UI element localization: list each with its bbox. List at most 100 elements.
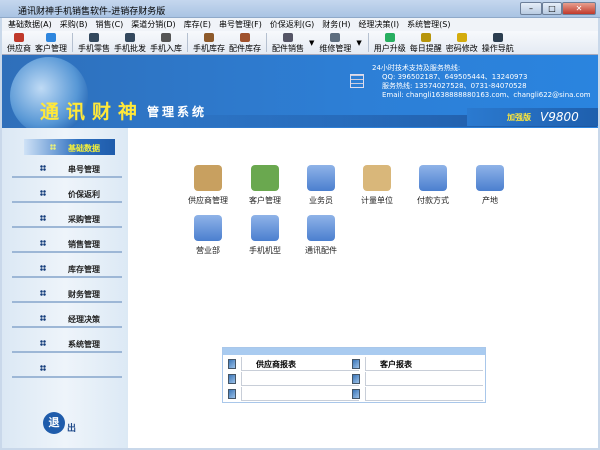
menu-item[interactable]: 经理决策(I): [359, 18, 400, 31]
toolbar-button[interactable]: 用户升级: [372, 31, 408, 54]
module-7[interactable]: 手机机型: [237, 215, 293, 256]
toolbar-button[interactable]: 配件销售: [270, 31, 306, 54]
report-doc-icon: [352, 359, 360, 369]
toolbar-button[interactable]: 手机零售: [76, 31, 112, 54]
brand-subtitle: 管理系统: [147, 105, 208, 119]
module-6[interactable]: 营业部: [180, 215, 236, 256]
sidebar-item[interactable]: 系统管理: [12, 335, 122, 353]
report-link[interactable]: 客户报表: [365, 357, 483, 371]
report-link[interactable]: [241, 387, 359, 401]
menu-item[interactable]: 基础数据(A): [8, 18, 52, 31]
clipboard-icon: [363, 165, 391, 191]
report-panel: 供应商报表 客户报表: [222, 347, 486, 403]
title-bar: 通讯财神手机销售软件-进销存财务版 – □ ✕: [0, 0, 600, 18]
menu-item[interactable]: 系统管理(S): [407, 18, 450, 31]
module-0[interactable]: 供应商管理: [180, 165, 236, 206]
dropdown-arrow-icon[interactable]: ▼: [309, 39, 314, 47]
report-label: 供应商报表: [256, 360, 296, 369]
report-link[interactable]: [365, 387, 483, 401]
sidebar-item[interactable]: 价保返利: [12, 185, 122, 203]
module-1[interactable]: 客户管理: [237, 165, 293, 206]
menu-item[interactable]: 财务(H): [322, 18, 350, 31]
exit-button[interactable]: 退: [43, 412, 65, 434]
menu-item[interactable]: 采购(B): [60, 18, 88, 31]
sidebar-item[interactable]: 财务管理: [12, 285, 122, 303]
email: Email: changli1638888880163.com、changli6…: [382, 91, 591, 99]
sidebar-item-label: 经理决策: [68, 315, 100, 324]
phone-stockin-icon: [161, 33, 171, 42]
sidebar-item-label: 财务管理: [68, 290, 100, 299]
salesman-folder-icon: [307, 165, 335, 191]
toolbar-label: 手机入库: [150, 44, 182, 53]
sidebar-item[interactable]: 经理决策: [12, 310, 122, 328]
toolbar-button[interactable]: 配件库存: [227, 31, 263, 54]
module-label: 客户管理: [249, 196, 281, 205]
module-label: 营业部: [196, 246, 220, 255]
toolbar-button[interactable]: 每日提醒: [408, 31, 444, 54]
module-label: 付款方式: [417, 196, 449, 205]
sidebar-item[interactable]: [12, 360, 122, 378]
sidebar-item[interactable]: 库存管理: [12, 260, 122, 278]
report-link[interactable]: 供应商报表: [241, 357, 359, 371]
toolbar-separator: [72, 33, 73, 52]
supplier-icon: [14, 33, 24, 42]
toolbar-button[interactable]: 手机入库: [148, 31, 184, 54]
sidebar-item[interactable]: 销售管理: [12, 235, 122, 253]
module-3[interactable]: 计量单位: [349, 165, 405, 206]
customer-icon: [46, 33, 56, 42]
module-label: 手机机型: [249, 246, 281, 255]
phone-wholesale-icon: [125, 33, 135, 42]
toolbar-button[interactable]: 手机库存: [191, 31, 227, 54]
menu-bar: 基础数据(A) 采购(B) 销售(C) 渠道分销(D) 库存(E) 串号管理(F) 价保返利…: [2, 18, 598, 31]
version-label: V9800: [540, 110, 579, 124]
toolbar-button[interactable]: 供应商: [5, 31, 33, 54]
repair-icon: [330, 33, 341, 42]
sidebar: 基础数据串号管理价保返利采购管理销售管理库存管理财务管理经理决策系统管理: [2, 128, 128, 448]
toolbar-button[interactable]: 密码修改: [444, 31, 480, 54]
toolbar-label: 配件库存: [229, 44, 261, 53]
toolbar-label: 每日提醒: [409, 44, 442, 53]
close-button[interactable]: ✕: [562, 2, 596, 15]
sidebar-item-label: 价保返利: [68, 190, 100, 199]
module-8[interactable]: 通讯配件: [293, 215, 349, 256]
toolbar-button[interactable]: 维修管理: [317, 31, 353, 54]
banner: 通讯财神 管理系统 24小时技术支持及服务热线: QQ: 396502187、6…: [2, 55, 598, 128]
menu-item[interactable]: 销售(C): [95, 18, 123, 31]
maximize-button[interactable]: □: [542, 2, 562, 15]
toolbar-separator: [187, 33, 188, 52]
navigation-icon: [492, 33, 503, 42]
report-link[interactable]: [365, 372, 483, 386]
phone-retail-icon: [89, 33, 99, 42]
report-link[interactable]: [241, 372, 359, 386]
toolbar-label: 客户管理: [35, 44, 67, 53]
minimize-button[interactable]: –: [520, 2, 542, 15]
module-2[interactable]: 业务员: [293, 165, 349, 206]
support-title: 24小时技术支持及服务热线:: [372, 64, 461, 72]
phone-model-folder-icon: [251, 215, 279, 241]
phone-stock-icon: [204, 33, 214, 42]
grid-dots-icon: [40, 340, 46, 346]
menu-item[interactable]: 串号管理(F): [219, 18, 262, 31]
toolbar-button[interactable]: 客户管理: [33, 31, 69, 54]
grid-dots-icon: [40, 265, 46, 271]
module-4[interactable]: 付款方式: [405, 165, 461, 206]
sidebar-item[interactable]: 基础数据: [24, 139, 115, 155]
box-folder-icon: [194, 215, 222, 241]
module-label: 通讯配件: [305, 246, 337, 255]
toolbar-label: 手机零售: [78, 44, 110, 53]
sidebar-item[interactable]: 采购管理: [12, 210, 122, 228]
report-header: [223, 348, 485, 355]
toolbar-button[interactable]: 手机批发: [112, 31, 148, 54]
sidebar-item[interactable]: 串号管理: [12, 160, 122, 178]
menu-item[interactable]: 渠道分销(D): [131, 18, 175, 31]
menu-item[interactable]: 库存(E): [184, 18, 211, 31]
grid-dots-icon: [40, 190, 46, 196]
parts-sales-icon: [283, 33, 293, 42]
dropdown-arrow-icon[interactable]: ▼: [356, 39, 361, 47]
toolbar-button[interactable]: 操作导航: [480, 31, 516, 54]
menu-item[interactable]: 价保返利(G): [270, 18, 314, 31]
exit-label[interactable]: 出: [67, 421, 76, 434]
module-label: 业务员: [309, 196, 333, 205]
grid-dots-icon: [40, 165, 46, 171]
module-5[interactable]: 产地: [462, 165, 518, 206]
